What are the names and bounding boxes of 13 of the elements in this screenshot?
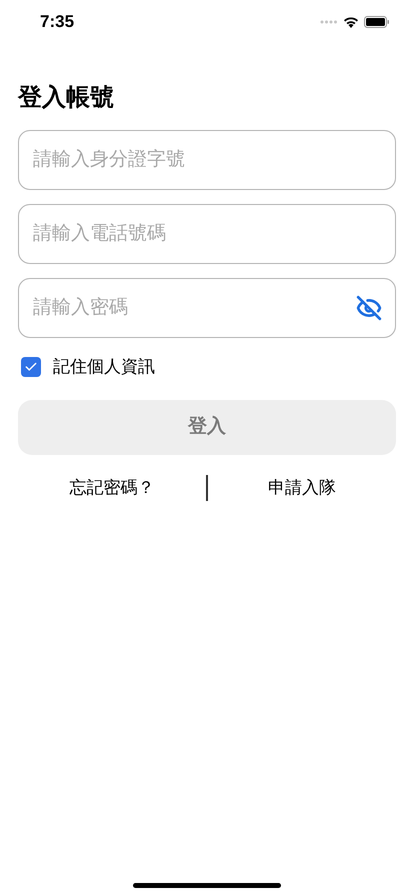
battery-icon [364,16,390,28]
page-title: 登入帳號 [18,84,115,112]
password-field[interactable]: 請輸入密碼 [18,278,396,338]
checkbox[interactable] [21,356,41,377]
signal-icon [320,20,338,24]
forgot-password-link[interactable]: 忘記密碼？ [18,474,206,500]
eye-off-icon[interactable] [356,295,382,321]
status-time: 7:35 [40,11,74,34]
apply-link[interactable]: 申請入隊 [208,474,396,500]
wifi-icon [343,16,359,28]
input-field[interactable]: 請輸入電話號碼 [18,204,396,264]
input-field[interactable]: 請輸入身分證字號 [18,130,396,190]
checkbox-label: 記住個人資訊 [53,356,155,378]
